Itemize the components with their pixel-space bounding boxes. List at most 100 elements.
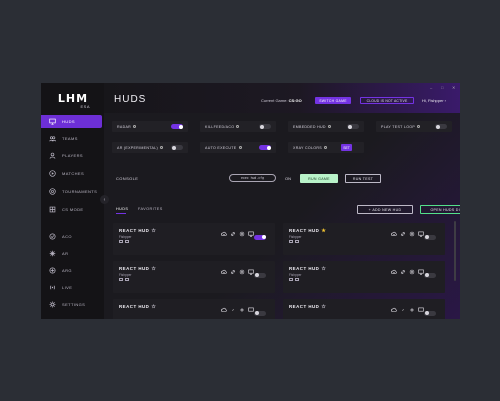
open-huds-directory-button[interactable]: OPEN HUDS DIRECTORY (420, 205, 460, 214)
cloud-upload-icon[interactable] (221, 307, 227, 313)
radar-toggle[interactable] (171, 124, 183, 129)
link-icon[interactable] (400, 231, 406, 237)
sidebar-item-label: CS MODE (62, 207, 84, 212)
star-icon[interactable]: ☆ (321, 266, 326, 272)
sidebar-item-cs-mode[interactable]: CS MODE (41, 203, 104, 216)
link-icon[interactable] (230, 307, 236, 313)
cloud-upload-icon[interactable] (391, 269, 397, 275)
play-test-loop-toggle[interactable] (435, 124, 447, 129)
sidebar-item-label: ACO (62, 234, 72, 239)
gear-icon[interactable] (239, 269, 245, 275)
hud-actions (221, 307, 271, 316)
maximize-button[interactable]: □ (441, 85, 443, 90)
sidebar-item-aco[interactable]: ACO (41, 230, 104, 243)
gear-icon[interactable] (239, 307, 245, 313)
option-label: AR (EXPERIMENTAL) (117, 145, 158, 150)
hud-enable-toggle[interactable] (254, 272, 266, 278)
sidebar-item-tournaments[interactable]: TOURNAMENTS (41, 185, 104, 198)
cloud-upload-icon[interactable] (221, 231, 227, 237)
hud-card[interactable]: REACT HUD ☆ (113, 299, 275, 319)
hud-actions (391, 307, 441, 316)
close-button[interactable]: ✕ (452, 85, 455, 90)
option-xray-colors: XRAY COLORS SET (288, 142, 364, 153)
star-icon[interactable]: ☆ (151, 304, 156, 310)
gear-icon[interactable] (409, 269, 415, 275)
star-icon[interactable]: ☆ (151, 266, 156, 272)
sidebar-item-label: AR (62, 251, 69, 256)
gear-icon[interactable] (239, 231, 245, 237)
hud-actions (391, 231, 441, 240)
star-filled-icon[interactable]: ★ (321, 228, 326, 234)
sidebar-item-players[interactable]: PLAYERS (41, 149, 104, 162)
console-command-field[interactable]: exec hud.cfg (229, 174, 276, 182)
keyboard-icon (289, 278, 293, 281)
minimize-button[interactable]: – (430, 85, 432, 90)
tab-huds[interactable]: HUDS (116, 207, 128, 211)
sidebar-item-label: PLAYERS (62, 153, 83, 158)
hud-card[interactable]: REACT HUD ☆ Fishpper (283, 261, 445, 293)
sidebar-item-arg[interactable]: ARG (41, 264, 104, 277)
sidebar-item-matches[interactable]: MATCHES (41, 167, 104, 180)
user-greeting[interactable]: Hi, Fishpper › (422, 98, 446, 103)
sidebar-item-live[interactable]: LIVE (41, 281, 104, 294)
star-icon[interactable]: ☆ (321, 304, 326, 310)
link-icon[interactable] (400, 269, 406, 275)
ar-toggle[interactable] (171, 145, 183, 150)
sidebar-item-label: MATCHES (62, 171, 85, 176)
matches-icon (49, 170, 56, 177)
killfeed-toggle[interactable] (259, 124, 271, 129)
cloud-status-button[interactable]: CLOUD IS NOT ACTIVE (360, 97, 414, 104)
link-icon[interactable] (230, 269, 236, 275)
hud-enable-toggle[interactable] (424, 272, 436, 278)
cloud-upload-icon[interactable] (391, 231, 397, 237)
hud-enable-toggle[interactable] (254, 310, 266, 316)
app-logo: LHM ESA (56, 93, 90, 109)
collapse-sidebar-button[interactable]: ‹ (100, 195, 109, 204)
run-test-button[interactable]: RUN TEST (345, 174, 381, 183)
hud-name: REACT HUD ☆ (289, 304, 327, 310)
run-game-button[interactable]: RUN GAME (300, 174, 338, 183)
gear-icon[interactable] (409, 307, 415, 313)
sidebar-item-ar[interactable]: AR (41, 247, 104, 260)
hud-actions (391, 269, 441, 278)
link-icon[interactable] (230, 231, 236, 237)
auto-execute-toggle[interactable] (259, 145, 271, 150)
cloud-upload-icon[interactable] (221, 269, 227, 275)
sidebar-item-huds[interactable]: HUDS (41, 115, 102, 128)
hud-actions (221, 269, 271, 278)
add-new-hud-button[interactable]: + ADD NEW HUD (357, 205, 413, 214)
hud-enable-toggle[interactable] (424, 310, 436, 316)
keyboard-icon (119, 278, 123, 281)
link-icon[interactable] (400, 307, 406, 313)
option-ar: AR (EXPERIMENTAL) (112, 142, 188, 153)
tab-underline (116, 213, 126, 214)
star-icon[interactable]: ☆ (151, 228, 156, 234)
sidebar-item-label: TEAMS (62, 136, 78, 141)
hud-card[interactable]: REACT HUD ☆ Fishpper (113, 261, 275, 293)
page-title: HUDS (114, 94, 147, 105)
hud-card[interactable]: REACT HUD ☆ Fishpper (113, 223, 275, 255)
sidebar-item-teams[interactable]: TEAMS (41, 132, 104, 145)
embedded-hud-toggle[interactable] (347, 124, 359, 129)
cloud-upload-icon[interactable] (391, 307, 397, 313)
players-icon (49, 152, 56, 159)
hud-name: REACT HUD ★ (289, 228, 327, 234)
sidebar-item-settings[interactable]: SETTINGS (41, 298, 104, 311)
current-game: Current Game: CS:GO (261, 98, 302, 103)
top-bar: HUDS Current Game: CS:GO SWITCH GAME CLO… (104, 83, 460, 113)
hud-list: REACT HUD ☆ Fishpper REACT HUD ★ Fishpper (113, 221, 455, 319)
radar-icon (295, 278, 299, 281)
xray-set-button[interactable]: SET (341, 144, 352, 151)
hud-enable-toggle[interactable] (424, 234, 436, 240)
hud-enable-toggle[interactable] (254, 234, 266, 240)
hud-card[interactable]: REACT HUD ★ Fishpper (283, 223, 445, 255)
switch-game-button[interactable]: SWITCH GAME (315, 97, 351, 104)
hud-card[interactable]: REACT HUD ☆ (283, 299, 445, 319)
hud-author: Fishpper (289, 273, 302, 277)
gear-icon[interactable] (409, 231, 415, 237)
tab-favorites[interactable]: FAVORITES (138, 207, 163, 211)
add-new-hud-label: ADD NEW HUD (372, 207, 402, 212)
gear-icon (49, 301, 56, 308)
live-icon (49, 284, 56, 291)
scrollbar[interactable] (454, 221, 456, 281)
